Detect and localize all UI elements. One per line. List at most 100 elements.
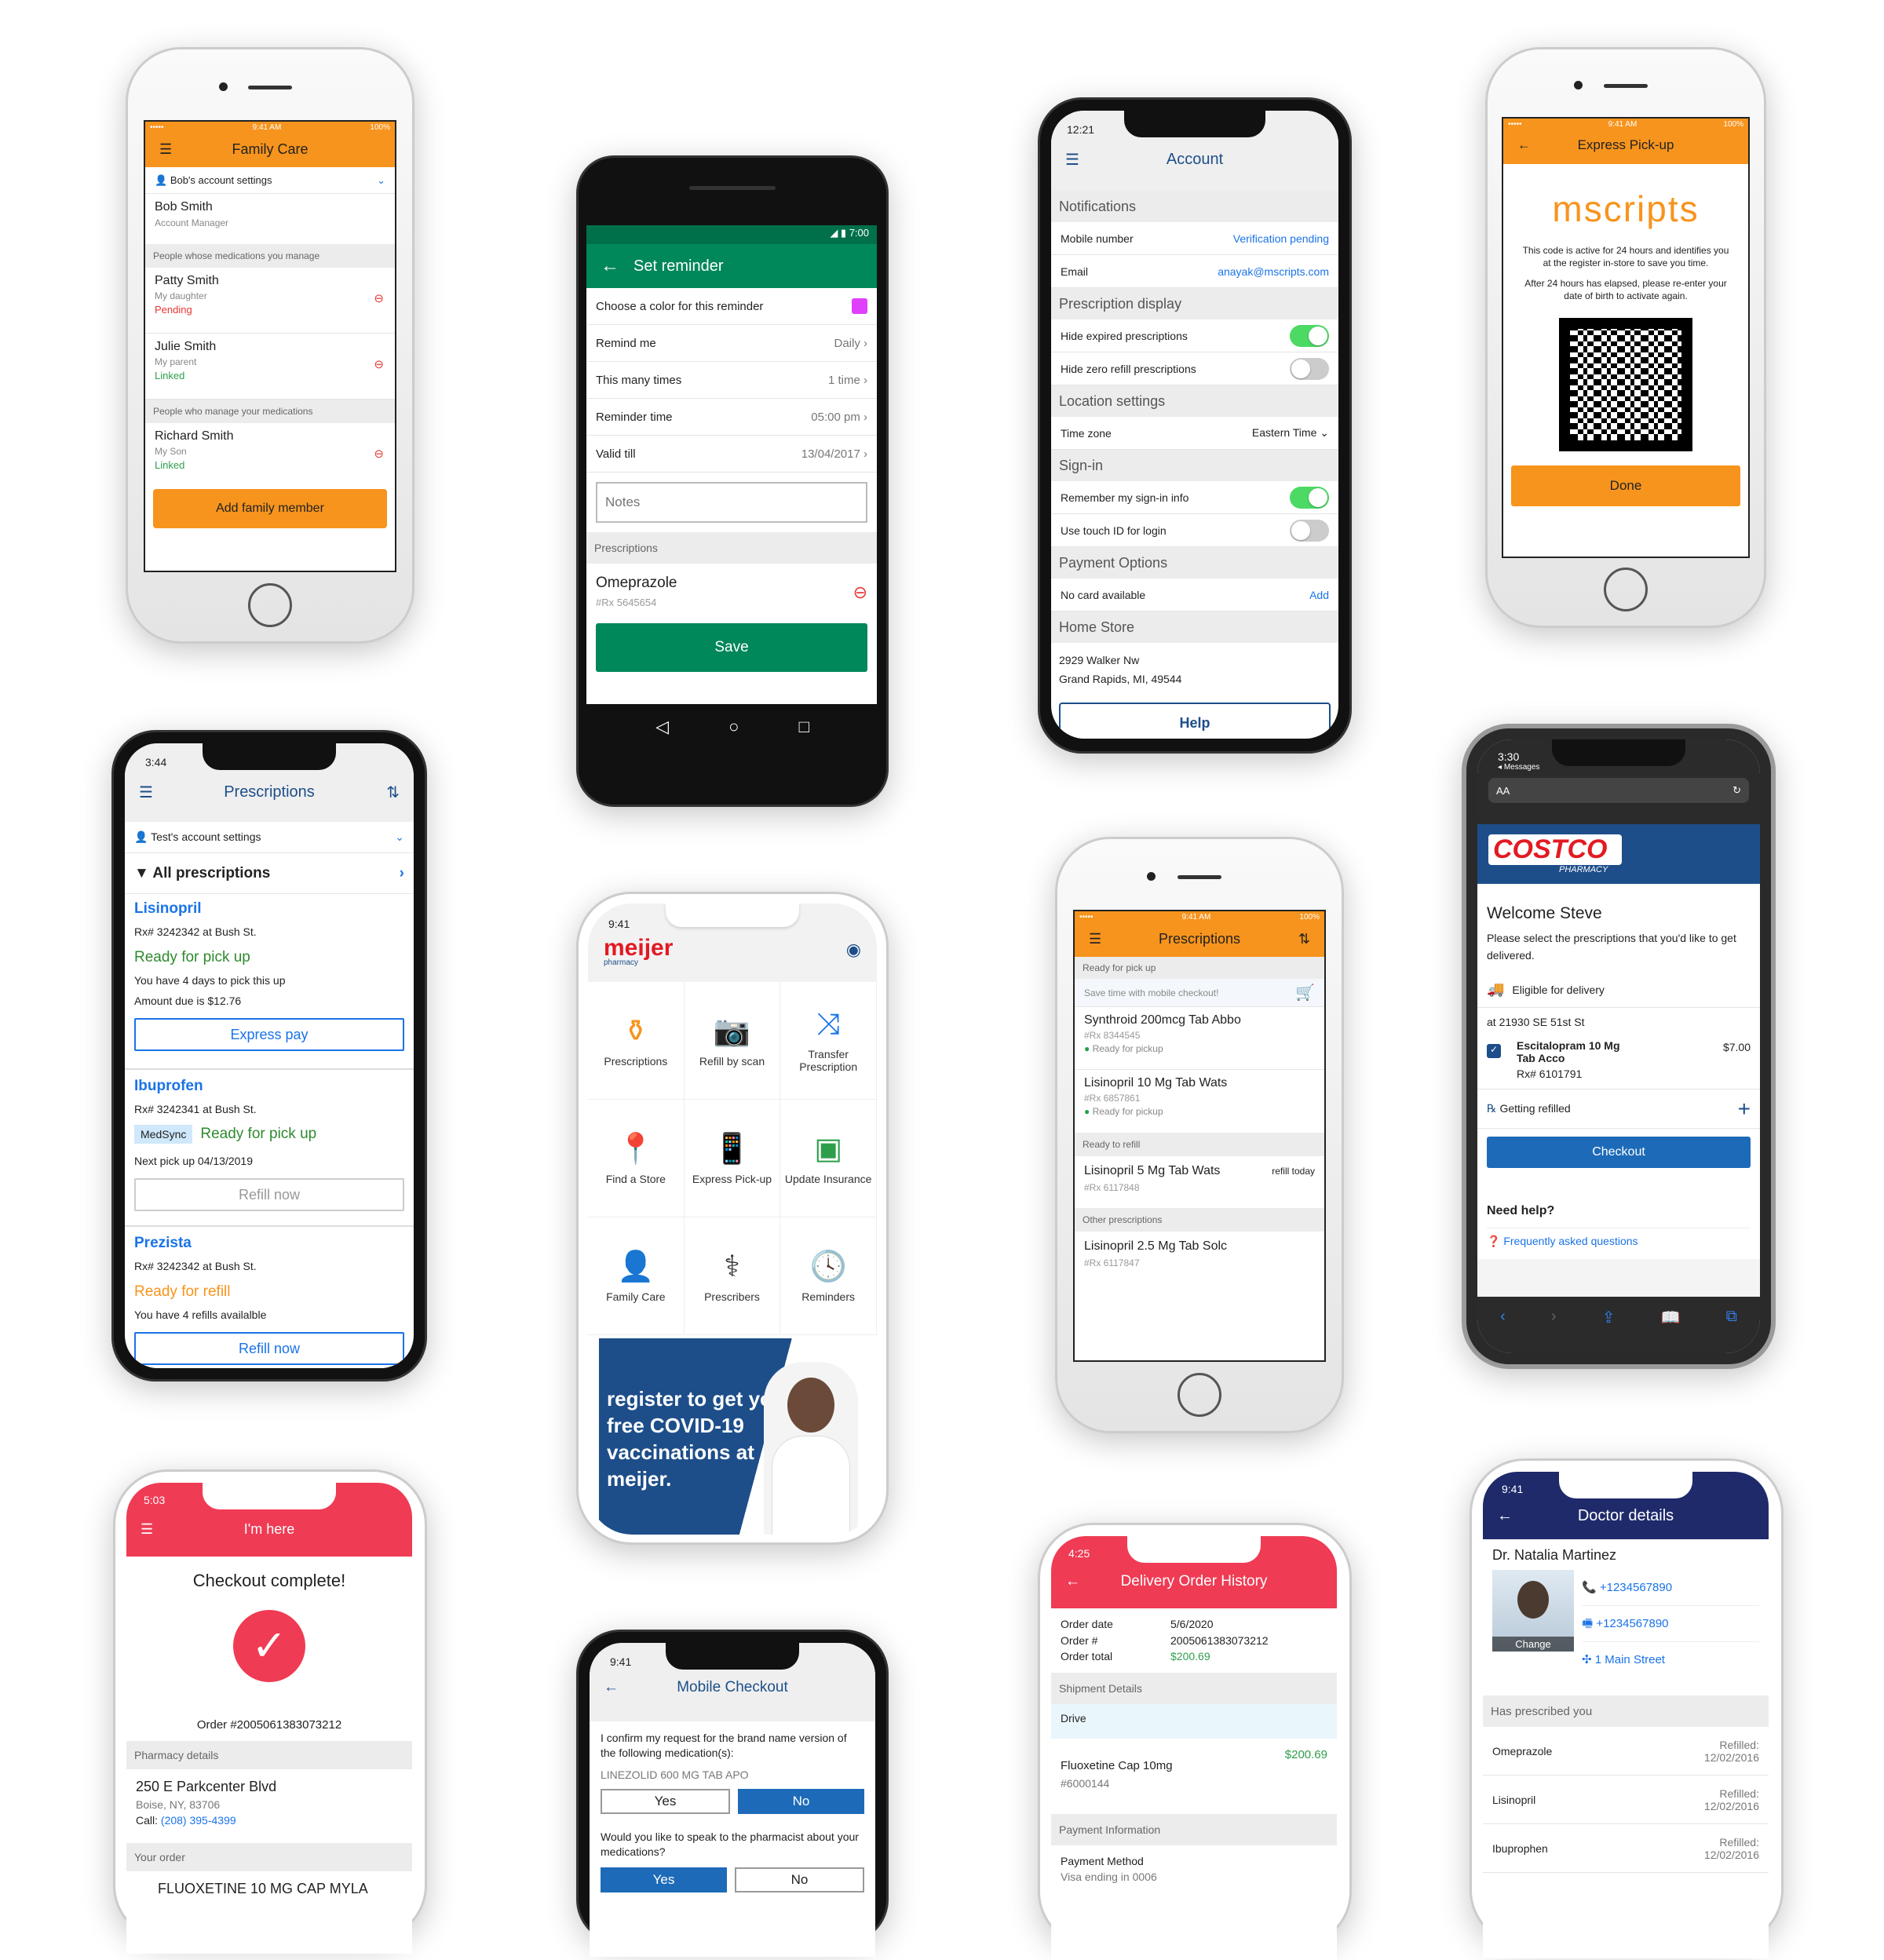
tile-prescribers[interactable]: ⚕ Prescribers [684,1217,781,1335]
add-card-link[interactable]: Add [1309,589,1329,601]
forward-icon[interactable]: › [1551,1308,1557,1326]
phone-link[interactable]: (208) 395-4399 [161,1814,236,1827]
bookmarks-icon[interactable]: 📖 [1661,1308,1681,1327]
tile-find-store[interactable]: 📍 Find a Store [588,1100,685,1217]
text-size-button[interactable]: AA [1496,785,1510,797]
save-button[interactable]: Save [596,623,867,672]
tile-prescriptions[interactable]: ⚱ Prescriptions [588,982,685,1100]
home-nav-icon[interactable]: ○ [728,717,739,737]
account-selector[interactable]: 👤 Test's account settings ⌄ [125,822,414,853]
plus-icon[interactable]: + [1738,1097,1751,1122]
reminder-time-row[interactable]: Reminder time 05:00 pm › [586,399,877,436]
recents-nav-icon[interactable]: □ [799,717,809,737]
menu-icon[interactable]: ☰ [139,783,153,802]
fax-icon: 🖷 [1582,1617,1597,1630]
help-button[interactable]: Help [1059,703,1331,739]
tabs-icon[interactable]: ⧉ [1726,1308,1737,1326]
back-icon[interactable]: ‹ [1500,1308,1506,1326]
doctor-photo[interactable]: Change [1492,1570,1574,1652]
change-photo-button[interactable]: Change [1492,1637,1574,1652]
no-button[interactable]: No [735,1867,864,1892]
remember-toggle[interactable] [1290,486,1329,509]
verification-link[interactable]: Verification pending [1233,232,1329,245]
yes-button[interactable]: Yes [601,1789,730,1814]
tile-update-insurance[interactable]: ▣ Update Insurance [780,1100,877,1217]
done-button[interactable]: Done [1511,465,1740,506]
prescription-row[interactable]: Synthroid 200mcg Tab Abbo #Rx 8344545 ● Re… [1075,1007,1324,1070]
back-arrow-icon[interactable]: ← [604,1679,619,1696]
sort-icon[interactable]: ⇅ [386,783,400,802]
mobile-checkout-promo[interactable]: Save time with mobile checkout! 🛒 [1075,979,1324,1007]
email-value[interactable]: anayak@mscripts.com [1218,265,1329,278]
remove-icon[interactable]: ⊖ [374,291,384,305]
mobile-number-row[interactable]: Mobile number Verification pending [1051,222,1338,255]
color-swatch[interactable] [852,298,867,314]
url-bar[interactable]: AA ↻ [1488,778,1749,803]
phone-link[interactable]: +1234567890 [1600,1581,1672,1594]
back-arrow-icon[interactable]: ← [1065,1573,1080,1590]
section-header: Ready for pick up [1075,957,1324,979]
tile-refill-by-scan[interactable]: 📷 Refill by scan [684,982,781,1100]
back-arrow-icon[interactable]: ← [1517,137,1531,153]
checkout-button[interactable]: Checkout [1487,1137,1751,1168]
home-button[interactable] [1178,1373,1221,1417]
menu-icon[interactable]: ☰ [141,1521,153,1538]
account-selector[interactable]: 👤 Bob's account settings ⌄ [145,167,395,194]
prescription-row[interactable]: Lisinopril 10 Mg Tab Wats #Rx 6857861 ● Re… [1075,1070,1324,1133]
prescription-item[interactable]: ✓ Escitalopram 10 Mg Tab Acco Rx# 6101791 $… [1477,1036,1760,1089]
refill-now-button[interactable]: Refill now [134,1332,404,1365]
menu-icon[interactable]: ☰ [1065,150,1079,170]
drug-name[interactable]: Prezista [134,1235,404,1252]
prescription-row[interactable]: Lisinopril 2.5 Mg Tab Solc #Rx 6117847 [1075,1232,1324,1283]
menu-icon[interactable]: ☰ [1089,931,1101,947]
share-icon[interactable]: ⇪ [1602,1308,1616,1327]
add-family-member-button[interactable]: Add family member [153,489,387,528]
member-row[interactable]: Julie Smith My parent Linked ⊖ [145,334,395,400]
remind-me-row[interactable]: Remind me Daily › [586,325,877,362]
refill-now-button[interactable]: Refill now [134,1178,404,1211]
express-pay-button[interactable]: Express pay [134,1018,404,1051]
touch-id-toggle[interactable] [1290,519,1329,542]
home-button[interactable] [248,583,292,627]
row-label: Use touch ID for login [1061,524,1167,537]
email-row[interactable]: Email anayak@mscripts.com [1051,255,1338,288]
back-arrow-icon[interactable]: ← [1497,1507,1513,1525]
tile-transfer[interactable]: ⤨ Transfer Prescription [780,982,877,1100]
fax-link[interactable]: +1234567890 [1596,1617,1668,1630]
times-row[interactable]: This many times 1 time › [586,362,877,399]
prescription-row[interactable]: Lisinopril 5 Mg Tab Wats #Rx 6117848 refil… [1075,1156,1324,1208]
phone-meijer: 9:41 meijer pharmacy ◉ ⚱ Prescriptions 📷 Ref… [576,892,889,1545]
notes-input[interactable] [596,482,867,523]
tile-family-care[interactable]: 👤 Family Care [588,1217,685,1335]
menu-icon[interactable]: ☰ [159,141,172,158]
sort-icon[interactable]: ⇅ [1298,931,1310,947]
remove-icon[interactable]: ⊖ [853,582,867,603]
time-zone-row[interactable]: Time zone Eastern Time ⌄ [1051,417,1338,450]
address-link[interactable]: 1 Main Street [1595,1653,1665,1666]
back-nav-icon[interactable]: ◁ [655,717,669,737]
covid-banner[interactable]: register to get your free COVID-19 vacci… [599,1338,866,1535]
row-label: No card available [1061,588,1146,601]
member-row[interactable]: Patty Smith My daughter Pending ⊖ [145,268,395,334]
member-row[interactable]: Richard Smith My Son Linked ⊖ [145,423,395,489]
color-row[interactable]: Choose a color for this reminder [586,288,877,325]
home-button[interactable] [1604,568,1648,611]
remove-icon[interactable]: ⊖ [374,357,384,371]
valid-till-row[interactable]: Valid till 13/04/2017 › [586,436,877,473]
drug-name[interactable]: Lisinopril [134,900,404,918]
hide-zero-toggle[interactable] [1290,357,1329,380]
back-arrow-icon[interactable]: ← [601,255,619,277]
filter-row[interactable]: ▼ All prescriptions › [125,853,414,894]
tile-reminders[interactable]: 🕓 Reminders [780,1217,877,1335]
reload-icon[interactable]: ↻ [1732,784,1741,797]
yes-button[interactable]: Yes [601,1867,727,1892]
drug-name[interactable]: Ibuprofen [134,1078,404,1095]
prescription-row[interactable]: Omeprazole #Rx 5645654 ⊖ [586,564,877,623]
no-button[interactable]: No [738,1789,864,1814]
tile-express-pickup[interactable]: 📱 Express Pick-up [684,1100,781,1217]
remove-icon[interactable]: ⊖ [374,447,384,461]
checkbox[interactable]: ✓ [1487,1044,1501,1058]
hide-expired-toggle[interactable] [1290,324,1329,347]
profile-icon[interactable]: ◉ [846,940,861,960]
faq-link[interactable]: Frequently asked questions [1503,1235,1638,1247]
